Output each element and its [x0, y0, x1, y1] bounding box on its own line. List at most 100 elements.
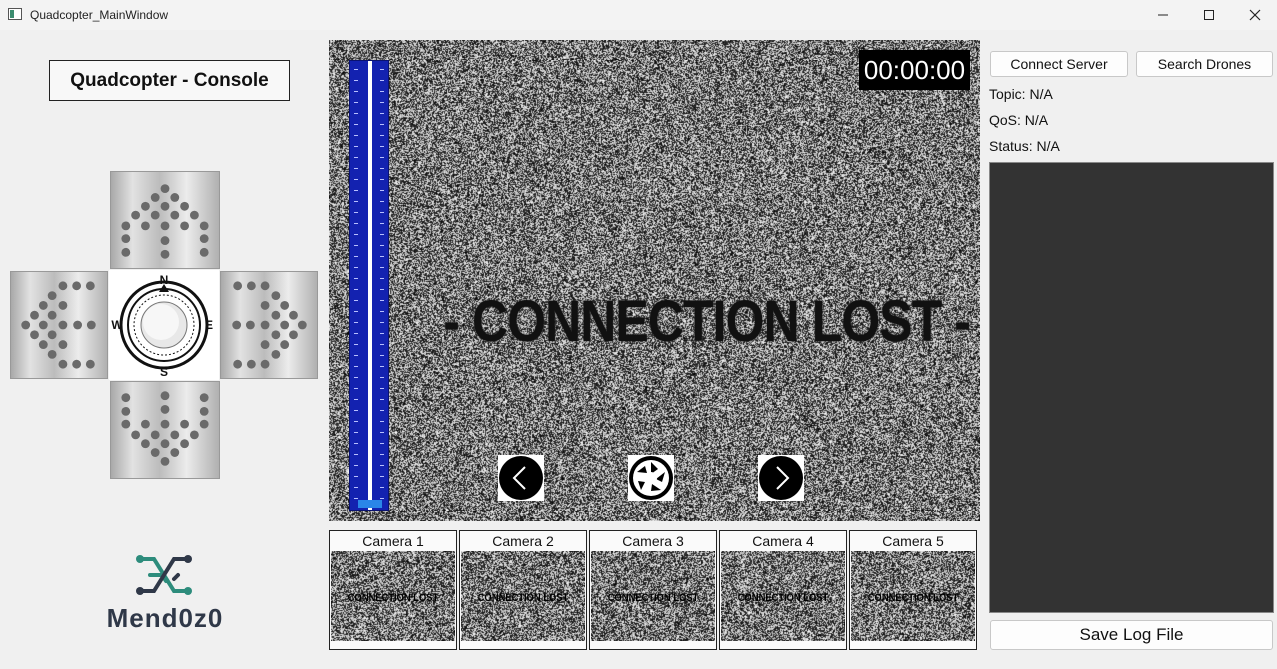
slider-tick [380, 300, 384, 301]
slider-tick [380, 124, 384, 125]
slider-tick [354, 487, 358, 488]
slider-tick [354, 113, 358, 114]
pad-up[interactable] [110, 171, 220, 269]
compass-knob[interactable]: N S E W [109, 270, 219, 380]
slider-tick [380, 355, 384, 356]
arrow-right-icon [221, 272, 317, 378]
slider-tick [380, 69, 384, 70]
compass-n: N [160, 273, 169, 287]
slider-tick [354, 399, 358, 400]
camera-5-tile[interactable]: Camera 5 CONNECTION LOST [849, 530, 977, 650]
slider-tick [354, 421, 358, 422]
slider-handle[interactable] [358, 500, 382, 508]
slider-tick [380, 179, 384, 180]
connect-server-button[interactable]: Connect Server [990, 51, 1128, 77]
arrow-left-icon [11, 272, 107, 378]
slider-tick [380, 146, 384, 147]
main-video-feed: 00:00:00 - CONNECTION LOST - [329, 40, 980, 521]
minimize-icon [1157, 9, 1169, 21]
slider-tick [380, 476, 384, 477]
static-noise [329, 40, 980, 521]
close-icon [1249, 9, 1261, 21]
log-output[interactable] [989, 162, 1274, 613]
arrow-up-icon [111, 172, 219, 268]
slider-tick [380, 91, 384, 92]
slider-tick [380, 432, 384, 433]
chevron-left-icon [498, 455, 544, 501]
slider-tick [380, 410, 384, 411]
connection-lost-text: - CONNECTION LOST - [443, 288, 864, 355]
minimize-button[interactable] [1140, 0, 1186, 30]
logo-text: Mend0z0 [90, 603, 240, 634]
camera-label: Camera 5 [850, 533, 976, 549]
slider-tick [354, 190, 358, 191]
main-window: Quadcopter_MainWindow Quadcopter - Conso… [0, 0, 1277, 669]
camera-label: Camera 2 [460, 533, 586, 549]
slider-tick [380, 366, 384, 367]
console-title: Quadcopter - Console [49, 60, 290, 101]
slider-tick [380, 267, 384, 268]
slider-rail [368, 61, 372, 510]
slider-tick [380, 113, 384, 114]
slider-tick [354, 135, 358, 136]
slider-tick [354, 388, 358, 389]
search-drones-button[interactable]: Search Drones [1136, 51, 1273, 77]
slider-tick [354, 102, 358, 103]
close-button[interactable] [1232, 0, 1277, 30]
camera-2-tile[interactable]: Camera 2 CONNECTION LOST [459, 530, 587, 650]
qos-label: QoS: N/A [989, 112, 1048, 128]
slider-tick [354, 322, 358, 323]
camera-overlay: CONNECTION LOST [730, 592, 835, 604]
compass-s: S [160, 365, 168, 379]
slider-tick [354, 410, 358, 411]
slider-tick [380, 333, 384, 334]
slider-tick [354, 201, 358, 202]
slider-tick [380, 465, 384, 466]
camera-overlay: CONNECTION LOST [340, 592, 445, 604]
slider-tick [380, 201, 384, 202]
compass-icon: N S E W [109, 270, 219, 380]
camera-overlay: CONNECTION LOST [470, 592, 575, 604]
camera-3-tile[interactable]: Camera 3 CONNECTION LOST [589, 530, 717, 650]
throttle-slider[interactable] [349, 60, 389, 511]
slider-tick [380, 212, 384, 213]
slider-tick [354, 311, 358, 312]
compass-w: W [111, 318, 123, 332]
camera-thumbnail: CONNECTION LOST [721, 551, 845, 641]
camera-1-tile[interactable]: Camera 1 CONNECTION LOST [329, 530, 457, 650]
slider-tick [354, 300, 358, 301]
pad-left[interactable] [10, 271, 108, 379]
slider-tick [380, 498, 384, 499]
camera-shutter-icon [628, 455, 674, 501]
slider-tick [354, 498, 358, 499]
camera-label: Camera 3 [590, 533, 716, 549]
topic-label: Topic: N/A [989, 86, 1053, 102]
slider-tick [354, 146, 358, 147]
camera-4-tile[interactable]: Camera 4 CONNECTION LOST [719, 530, 847, 650]
previous-camera-button[interactable] [498, 455, 544, 501]
slider-tick [380, 388, 384, 389]
slider-tick [380, 344, 384, 345]
slider-tick [380, 256, 384, 257]
save-log-file-button[interactable]: Save Log File [990, 620, 1273, 650]
capture-button[interactable] [628, 455, 674, 501]
camera-thumbnail: CONNECTION LOST [851, 551, 975, 641]
maximize-icon [1203, 9, 1215, 21]
slider-tick [354, 454, 358, 455]
compass-e: E [205, 318, 213, 332]
slider-tick [354, 333, 358, 334]
slider-tick [354, 91, 358, 92]
status-label: Status: N/A [989, 138, 1060, 154]
slider-tick [380, 190, 384, 191]
title-bar: Quadcopter_MainWindow [0, 0, 1277, 30]
next-camera-button[interactable] [758, 455, 804, 501]
slider-tick [354, 377, 358, 378]
slider-tick [380, 443, 384, 444]
app-icon [8, 8, 22, 20]
pad-right[interactable] [220, 271, 318, 379]
maximize-button[interactable] [1186, 0, 1232, 30]
pad-down[interactable] [110, 381, 220, 479]
slider-tick [354, 168, 358, 169]
slider-tick [380, 223, 384, 224]
slider-tick [380, 80, 384, 81]
